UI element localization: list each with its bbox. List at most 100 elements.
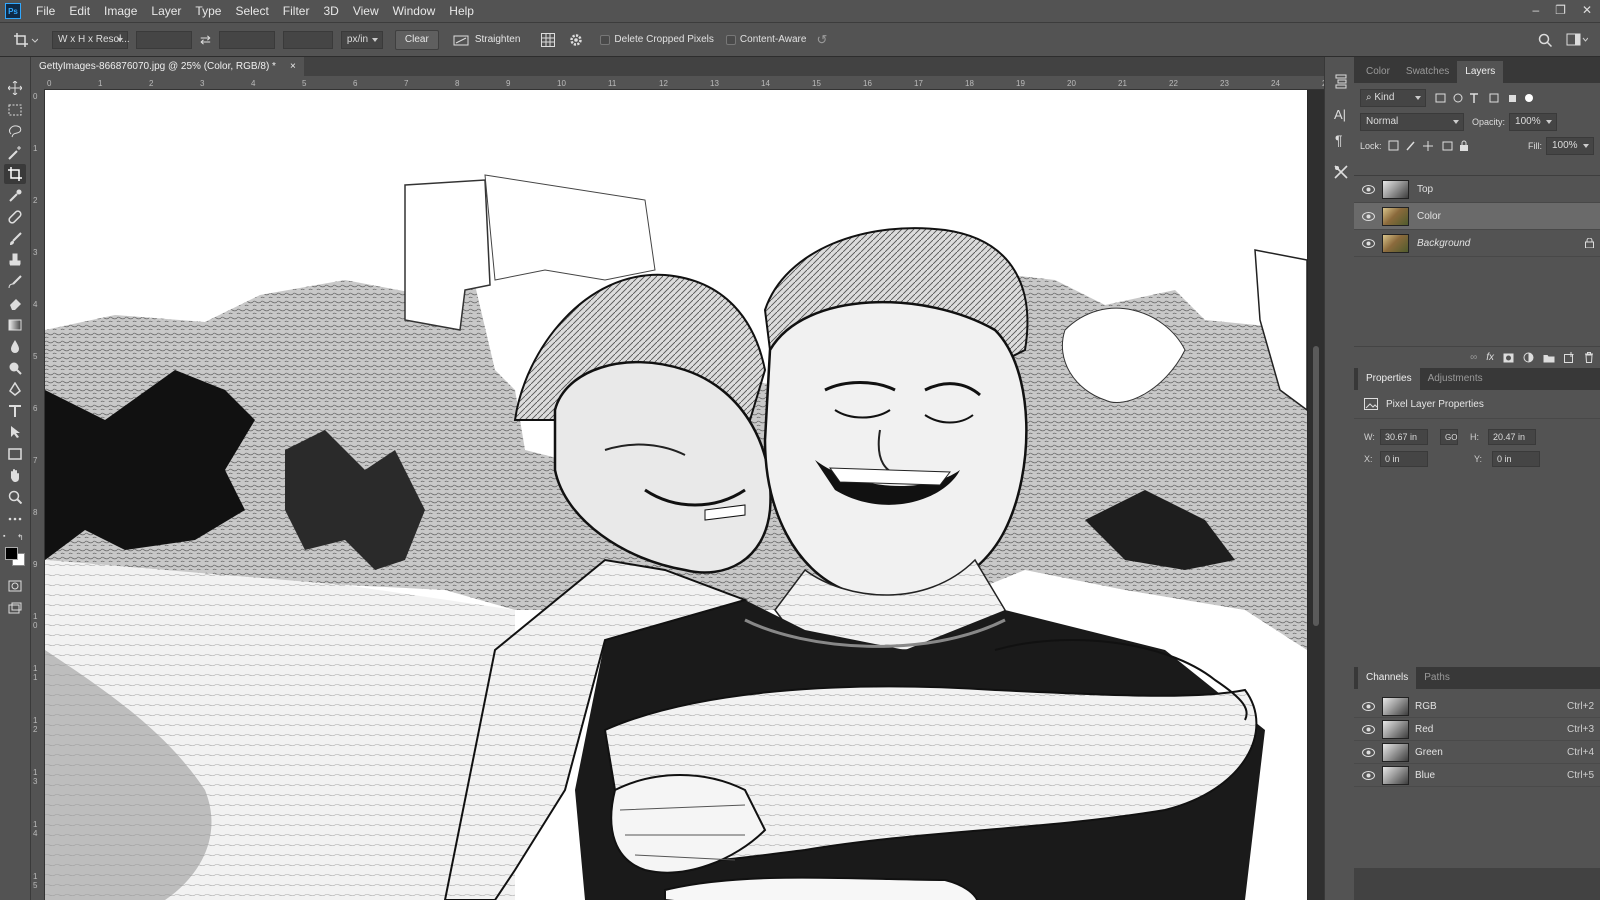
trash-icon[interactable] — [1584, 352, 1594, 363]
visibility-eye-icon[interactable] — [1354, 211, 1382, 221]
scrollbar-thumb[interactable] — [1313, 346, 1319, 626]
crop-tool[interactable] — [4, 164, 26, 184]
menu-image[interactable]: Image — [97, 0, 144, 22]
path-selection-tool[interactable] — [4, 422, 26, 442]
close-tab-icon[interactable]: × — [290, 57, 296, 76]
edit-toolbar-button[interactable] — [4, 509, 26, 529]
swap-colors-icon[interactable]: ↰ — [17, 533, 24, 542]
default-colors-icon[interactable]: ▪ — [3, 533, 11, 540]
eyedropper-tool[interactable] — [4, 186, 26, 206]
marquee-tool[interactable] — [4, 100, 26, 120]
content-aware-checkbox[interactable]: Content-Aware — [725, 34, 806, 45]
layer-filter-dropdown[interactable]: ⌕ Kind — [1360, 89, 1426, 107]
canvas-area[interactable] — [45, 90, 1323, 900]
menu-filter[interactable]: Filter — [276, 0, 317, 22]
vertical-ruler[interactable]: 0 1 2 3 4 5 6 7 8 9 1 0 1 1 1 2 1 3 1 4 1 5 — [31, 90, 45, 900]
tab-color[interactable]: Color — [1358, 61, 1398, 83]
blur-tool[interactable] — [4, 336, 26, 356]
tab-paths[interactable]: Paths — [1416, 667, 1458, 689]
gear-icon[interactable] — [568, 32, 584, 48]
brush-tool[interactable] — [4, 229, 26, 249]
layer-background[interactable]: Background — [1354, 230, 1600, 257]
type-tool[interactable] — [4, 401, 26, 421]
channel-red[interactable]: Red Ctrl+3 — [1354, 718, 1600, 741]
tools-presets-icon[interactable] — [1334, 165, 1348, 182]
workspace-icon[interactable] — [1566, 33, 1588, 47]
blend-mode-dropdown[interactable]: Normal — [1360, 113, 1464, 131]
units-dropdown[interactable]: px/in — [340, 30, 383, 49]
link-layers-icon[interactable]: ∞ — [1470, 352, 1477, 363]
y-field[interactable]: 0 in — [1492, 451, 1540, 467]
gradient-tool[interactable] — [4, 315, 26, 335]
height-field[interactable]: 20.47 in — [1488, 429, 1536, 445]
link-dimensions-button[interactable]: GO — [1440, 429, 1458, 445]
crop-tool-preset[interactable] — [12, 31, 38, 49]
menu-file[interactable]: File — [29, 0, 62, 22]
paragraph-panel-icon[interactable]: ¶ — [1335, 132, 1343, 148]
layer-color[interactable]: Color — [1354, 203, 1600, 230]
reset-icon[interactable]: ↺ — [816, 32, 827, 48]
tab-layers[interactable]: Layers — [1457, 61, 1504, 83]
x-field[interactable]: 0 in — [1380, 451, 1428, 467]
menu-view[interactable]: View — [346, 0, 386, 22]
character-panel-icon[interactable]: A| — [1334, 107, 1346, 122]
hand-tool[interactable] — [4, 465, 26, 485]
visibility-eye-icon[interactable] — [1354, 770, 1382, 780]
horizontal-ruler[interactable]: 0 1 2 3 4 5 6 7 8 9 10 11 12 13 14 15 16 17 18 19 20 21 22 23 24… — [44, 76, 1331, 90]
swap-icon[interactable]: ⇄ — [200, 32, 211, 48]
tab-adjustments[interactable]: Adjustments — [1420, 368, 1491, 390]
clone-stamp-tool[interactable] — [4, 250, 26, 270]
zoom-tool[interactable] — [4, 487, 26, 507]
menu-help[interactable]: Help — [442, 0, 481, 22]
move-tool[interactable] — [4, 78, 26, 98]
vertical-scrollbar[interactable] — [1308, 90, 1324, 900]
layer-top[interactable]: Top — [1354, 176, 1600, 203]
restore-button[interactable]: ❐ — [1555, 0, 1566, 20]
pen-tool[interactable] — [4, 379, 26, 399]
fx-icon[interactable]: fx — [1486, 352, 1494, 363]
straighten-button[interactable]: Straighten — [453, 34, 520, 46]
eraser-tool[interactable] — [4, 293, 26, 313]
dodge-tool[interactable] — [4, 358, 26, 378]
visibility-eye-icon[interactable] — [1354, 701, 1382, 711]
rectangle-tool[interactable] — [4, 444, 26, 464]
width-input[interactable] — [136, 30, 192, 49]
channel-rgb[interactable]: RGB Ctrl+2 — [1354, 695, 1600, 718]
delete-cropped-checkbox[interactable]: Delete Cropped Pixels — [600, 34, 714, 45]
opacity-input[interactable]: 100% — [1509, 113, 1558, 131]
color-swatches[interactable]: ▪ ↰ — [3, 533, 29, 569]
layer-filter-icons[interactable] — [1434, 92, 1534, 104]
menu-edit[interactable]: Edit — [62, 0, 97, 22]
menu-type[interactable]: Type — [188, 0, 228, 22]
channel-green[interactable]: Green Ctrl+4 — [1354, 741, 1600, 764]
close-window-button[interactable]: ✕ — [1582, 0, 1592, 20]
history-panel-icon[interactable] — [1334, 73, 1348, 92]
menu-window[interactable]: Window — [386, 0, 443, 22]
width-field[interactable]: 30.67 in — [1380, 429, 1428, 445]
visibility-eye-icon[interactable] — [1354, 724, 1382, 734]
new-layer-icon[interactable] — [1564, 352, 1575, 363]
grid-overlay-icon[interactable] — [540, 32, 556, 48]
clear-button[interactable]: Clear — [394, 29, 439, 50]
healing-brush-tool[interactable] — [4, 207, 26, 227]
foreground-color-swatch[interactable] — [5, 547, 18, 560]
height-input[interactable] — [218, 30, 275, 49]
screen-mode-button[interactable] — [4, 598, 26, 618]
tab-properties[interactable]: Properties — [1358, 368, 1420, 390]
tab-swatches[interactable]: Swatches — [1398, 61, 1457, 83]
channel-blue[interactable]: Blue Ctrl+5 — [1354, 764, 1600, 787]
tab-channels[interactable]: Channels — [1358, 667, 1417, 689]
fill-input[interactable]: 100% — [1546, 137, 1594, 155]
visibility-eye-icon[interactable] — [1354, 747, 1382, 757]
ratio-dropdown[interactable]: W x H x Resol... — [52, 30, 130, 49]
lasso-tool[interactable] — [4, 121, 26, 141]
lock-options-icons[interactable] — [1388, 140, 1474, 152]
menu-3d[interactable]: 3D — [316, 0, 345, 22]
menu-layer[interactable]: Layer — [144, 0, 188, 22]
magic-wand-tool[interactable] — [4, 143, 26, 163]
mask-icon[interactable] — [1503, 353, 1514, 363]
new-group-icon[interactable] — [1543, 353, 1555, 363]
search-icon[interactable] — [1538, 33, 1552, 47]
resolution-input[interactable] — [282, 30, 333, 49]
visibility-eye-icon[interactable] — [1354, 238, 1382, 248]
